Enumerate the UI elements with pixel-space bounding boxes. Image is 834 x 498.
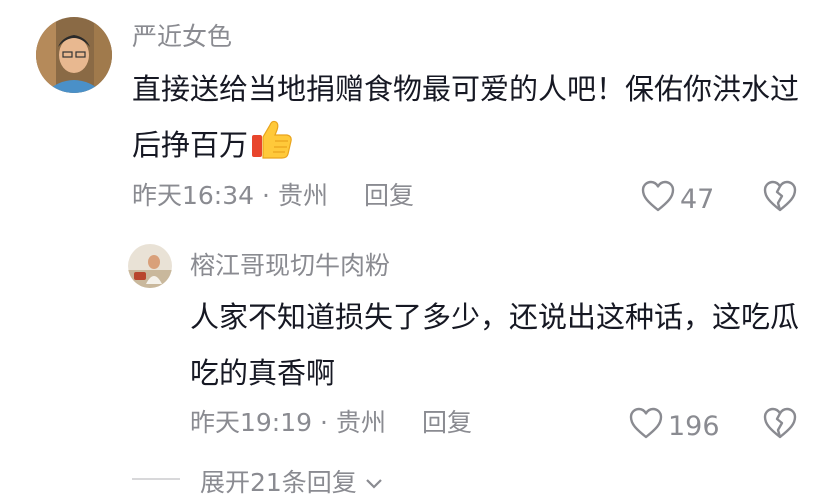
expand-replies-label: 展开21条回复 [200, 468, 357, 497]
expand-replies-button[interactable]: 展开21条回复 [200, 468, 383, 498]
like-button[interactable]: 196 [628, 406, 720, 447]
comment-text: 人家不知道损失了多少，还说出这种话，这吃瓜吃的真香啊 [190, 300, 800, 390]
comment-time: 昨天19:19 [190, 408, 313, 437]
chevron-down-icon [365, 468, 383, 497]
comment-time: 昨天16:34 [132, 181, 255, 210]
meta-separator: · [262, 181, 270, 210]
comment-username[interactable]: 严近女色 [132, 22, 232, 52]
thumbs-up-emoji-icon [250, 117, 294, 179]
meta-separator: · [320, 408, 328, 437]
avatar[interactable] [36, 17, 112, 93]
like-count: 196 [668, 411, 720, 442]
comment-text: 直接送给当地捐赠食物最可爱的人吧！保佑你洪水过后挣百万 [132, 61, 804, 179]
comment-location: 贵州 [278, 181, 329, 210]
dislike-button[interactable] [762, 179, 798, 217]
like-count: 47 [680, 184, 715, 215]
broken-heart-icon [762, 407, 798, 444]
expand-divider [132, 478, 180, 480]
comment-location: 贵州 [336, 408, 387, 437]
reply-button[interactable]: 回复 [422, 408, 472, 437]
comment-text-body: 直接送给当地捐赠食物最可爱的人吧！保佑你洪水过后挣百万 [132, 72, 800, 162]
heart-icon [628, 406, 668, 447]
comment-meta: 昨天19:19 · 贵州 回复 [190, 408, 472, 438]
comment-meta: 昨天16:34 · 贵州 回复 [132, 181, 414, 211]
reply-button[interactable]: 回复 [364, 181, 414, 210]
heart-icon [640, 179, 680, 220]
broken-heart-icon [762, 180, 798, 217]
like-button[interactable]: 47 [640, 179, 714, 220]
avatar[interactable] [128, 244, 172, 288]
comment-username[interactable]: 榕江哥现切牛肉粉 [190, 251, 390, 281]
dislike-button[interactable] [762, 406, 798, 444]
